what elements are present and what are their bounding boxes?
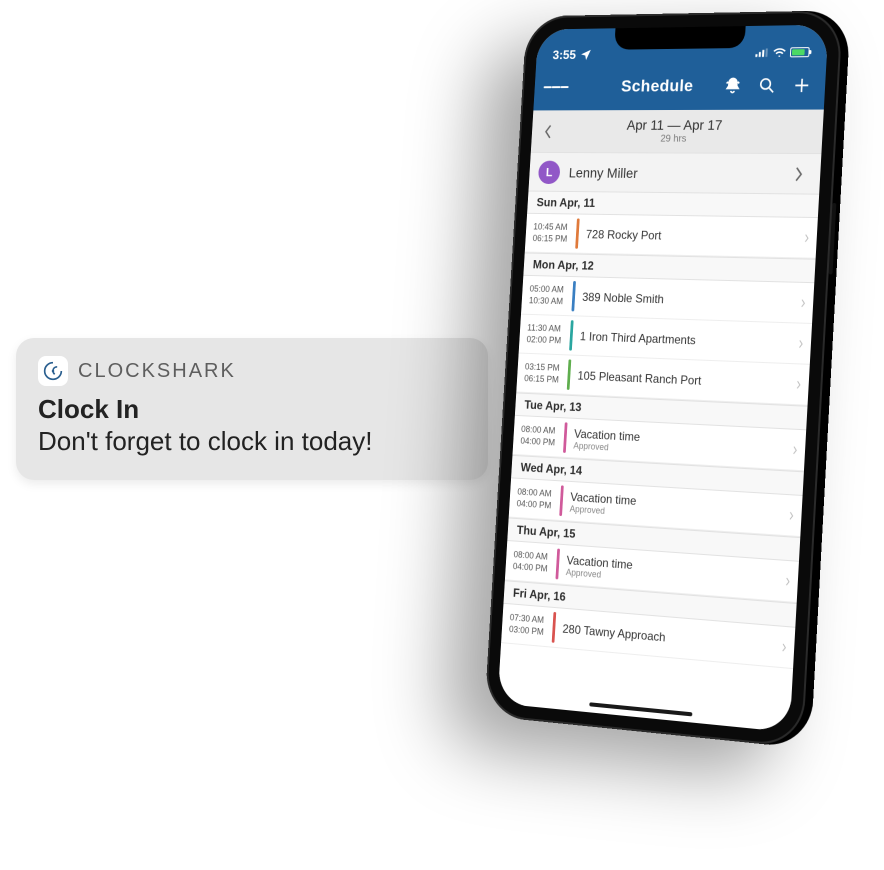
clockshark-app-icon [38, 356, 68, 386]
shift-start: 10:45 AM [533, 221, 573, 233]
shift-times: 07:30 AM03:00 PM [501, 604, 554, 647]
date-range-text: Apr 11 — Apr 17 [559, 118, 794, 134]
shift-end: 02:00 PM [526, 334, 566, 347]
battery-icon [790, 47, 810, 57]
shift-times: 08:00 AM04:00 PM [505, 541, 558, 583]
shift-times: 05:00 AM10:30 AM [521, 276, 573, 315]
notification-header: CLOCKSHARK [38, 356, 466, 386]
shift-end: 04:00 PM [520, 435, 560, 449]
notifications-button[interactable] [719, 72, 747, 100]
shift-end: 06:15 PM [532, 233, 572, 245]
shift-times: 03:15 PM06:15 PM [516, 354, 568, 394]
employee-avatar: L [538, 160, 561, 183]
menu-button[interactable] [543, 74, 570, 101]
shift-title: 389 Noble Smith [582, 290, 786, 310]
status-time: 3:55 [552, 47, 576, 62]
date-range-label[interactable]: Apr 11 — Apr 17 29 hrs [558, 118, 794, 145]
chevron-right-icon [787, 162, 812, 186]
phone-mockup: 3:55 Schedule [490, 10, 870, 860]
notification-app-name: CLOCKSHARK [78, 360, 236, 383]
app-navbar: Schedule [533, 61, 826, 110]
chevron-right-icon [777, 560, 799, 602]
signal-icon [755, 46, 769, 60]
location-icon [579, 48, 592, 62]
shift-end: 06:15 PM [524, 373, 564, 386]
wifi-icon [772, 45, 786, 59]
shift-end: 04:00 PM [516, 498, 556, 512]
notification-title: Clock In [38, 394, 466, 425]
chevron-right-icon [796, 218, 818, 258]
shift-end: 04:00 PM [513, 561, 553, 576]
shift-end: 10:30 AM [529, 295, 569, 308]
navbar-title: Schedule [602, 76, 712, 96]
shift-times: 08:00 AM04:00 PM [509, 478, 562, 520]
shift-times: 11:30 AM02:00 PM [519, 315, 571, 355]
prev-week-button[interactable] [537, 120, 560, 143]
search-button[interactable] [753, 72, 781, 100]
chevron-right-icon [793, 283, 815, 323]
schedule-list[interactable]: Sun Apr, 1110:45 AM06:15 PM728 Rocky Por… [497, 192, 819, 733]
shift-title: 728 Rocky Port [586, 227, 790, 245]
add-button[interactable] [787, 71, 816, 99]
shift-body: 389 Noble Smith [574, 277, 795, 322]
shift-title: 280 Tawny Approach [562, 621, 767, 653]
chevron-right-icon [774, 626, 796, 668]
push-notification[interactable]: CLOCKSHARK Clock In Don't forget to cloc… [16, 338, 488, 480]
shift-times: 08:00 AM04:00 PM [513, 416, 566, 457]
shift-body: 728 Rocky Port [578, 215, 799, 258]
employee-name: Lenny Miller [568, 164, 778, 181]
shift-row[interactable]: 10:45 AM06:15 PM 728 Rocky Port [525, 214, 818, 259]
shift-title: 1 Iron Third Apartments [580, 329, 784, 350]
phone-frame: 3:55 Schedule [484, 10, 843, 748]
shift-times: 10:45 AM06:15 PM [525, 214, 577, 253]
employee-selector[interactable]: L Lenny Miller [528, 153, 821, 195]
chevron-right-icon [790, 323, 812, 363]
phone-screen: 3:55 Schedule [497, 25, 828, 733]
chevron-right-icon [781, 495, 803, 536]
shift-end: 03:00 PM [509, 624, 549, 639]
shift-title: 105 Pleasant Ranch Port [577, 368, 782, 391]
notification-body: Don't forget to clock in today! [38, 425, 466, 458]
total-hours-text: 29 hrs [558, 133, 793, 144]
chevron-right-icon [784, 429, 806, 470]
phone-notch [614, 26, 745, 50]
date-range-bar: Apr 11 — Apr 17 29 hrs [531, 110, 824, 155]
chevron-right-icon [788, 364, 810, 405]
